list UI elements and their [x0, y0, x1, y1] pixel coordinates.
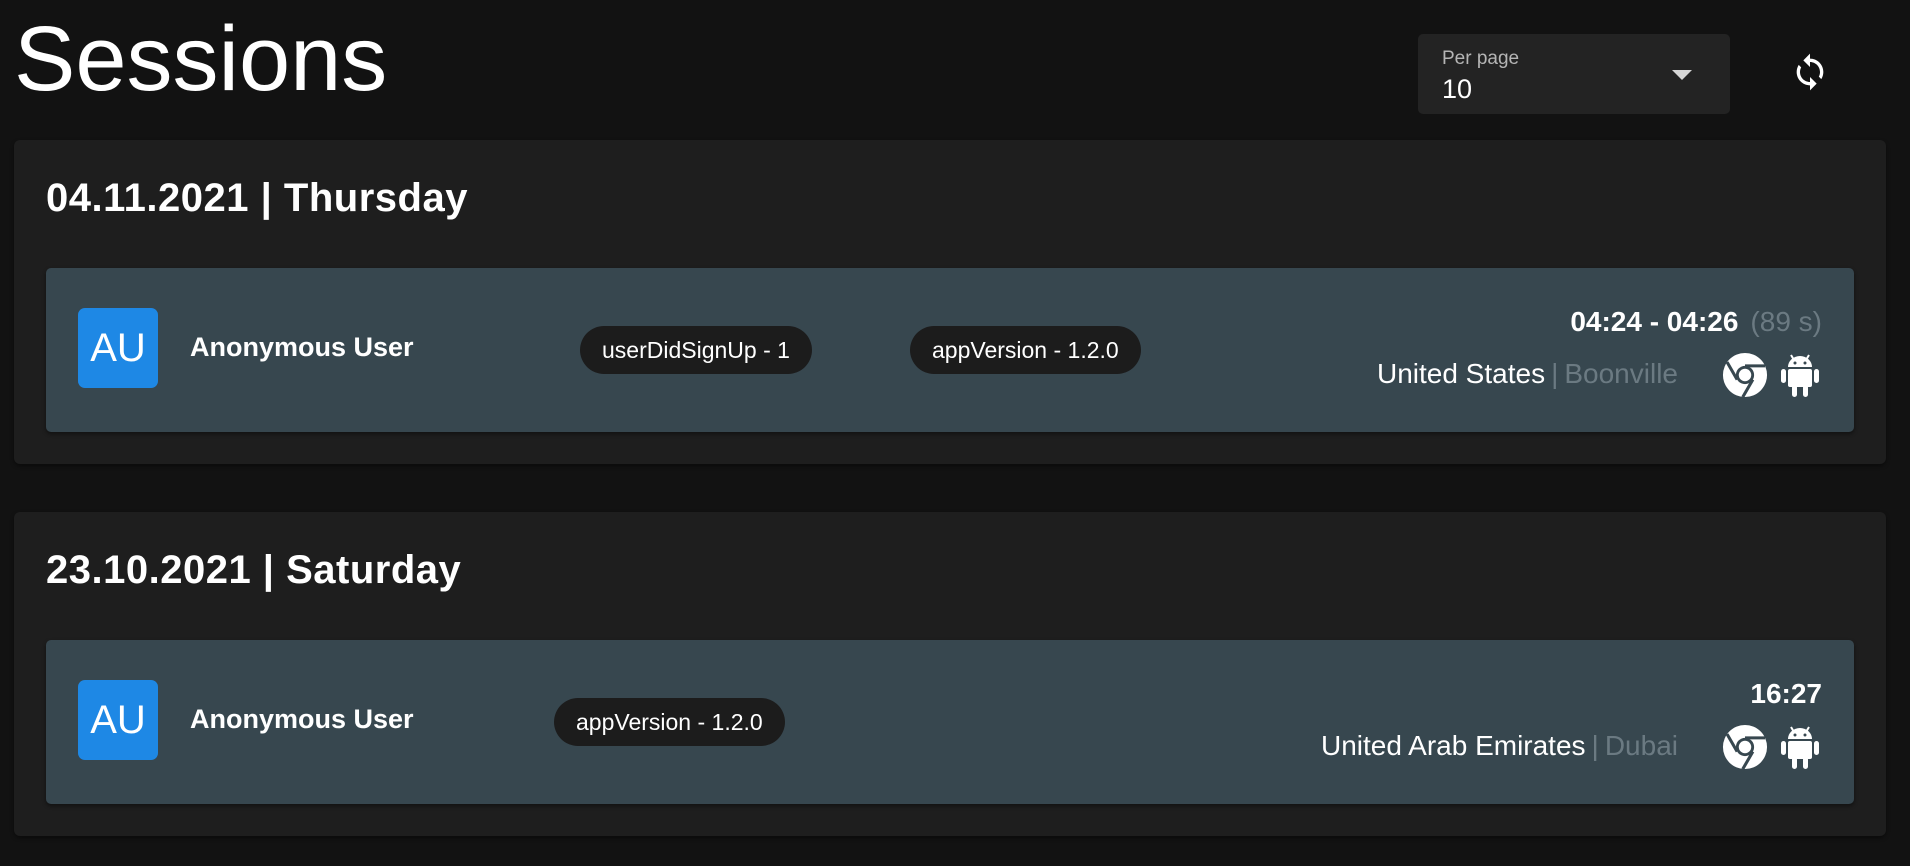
- refresh-icon: [1796, 53, 1824, 91]
- per-page-select[interactable]: Per page 10: [1418, 34, 1730, 114]
- city: Boonville: [1564, 358, 1678, 389]
- country: United Arab Emirates: [1320, 730, 1586, 761]
- app-version-chip[interactable]: appVersion - 1.2.0: [554, 698, 785, 746]
- app-version-chip[interactable]: appVersion - 1.2.0: [910, 326, 1141, 374]
- session-row[interactable]: AU Anonymous User userDidSignUp - 1 appV…: [46, 268, 1854, 432]
- location-separator: |: [1551, 358, 1559, 389]
- time-range: 04:24 - 04:26: [1570, 306, 1739, 337]
- session-time: 16:27: [1750, 678, 1822, 710]
- android-icon: [1781, 726, 1819, 769]
- page-title: Sessions: [14, 8, 388, 110]
- day-heading: 23.10.2021 | Saturday: [46, 548, 462, 592]
- dropdown-caret-icon: [1672, 70, 1692, 80]
- chrome-icon: [1722, 352, 1768, 398]
- session-time: 04:24 - 04:26 (89 s): [1570, 306, 1822, 338]
- session-location: United Arab Emirates | Dubai: [1321, 730, 1678, 762]
- event-chip[interactable]: userDidSignUp - 1: [580, 326, 812, 374]
- city: Dubai: [1604, 730, 1678, 761]
- avatar: AU: [78, 308, 158, 388]
- country: United States: [1376, 358, 1546, 389]
- session-duration: (89 s): [1750, 306, 1822, 337]
- chrome-icon: [1722, 724, 1768, 770]
- sessions-page: Sessions Per page 10 04.11.2021 | Thursd…: [0, 0, 1910, 866]
- avatar: AU: [78, 680, 158, 760]
- day-heading: 04.11.2021 | Thursday: [46, 176, 468, 220]
- session-row[interactable]: AU Anonymous User appVersion - 1.2.0 16:…: [46, 640, 1854, 804]
- user-name: Anonymous User: [190, 704, 414, 734]
- day-group-card: 23.10.2021 | Saturday AU Anonymous User …: [14, 512, 1886, 836]
- time-range: 16:27: [1750, 678, 1822, 709]
- per-page-label: Per page: [1442, 48, 1520, 69]
- day-group-card: 04.11.2021 | Thursday AU Anonymous User …: [14, 140, 1886, 464]
- location-separator: |: [1591, 730, 1599, 761]
- user-name: Anonymous User: [190, 332, 414, 362]
- per-page-value: 10: [1442, 74, 1473, 104]
- android-icon: [1781, 354, 1819, 397]
- session-location: United States | Boonville: [1377, 358, 1678, 390]
- refresh-button[interactable]: [1788, 48, 1832, 96]
